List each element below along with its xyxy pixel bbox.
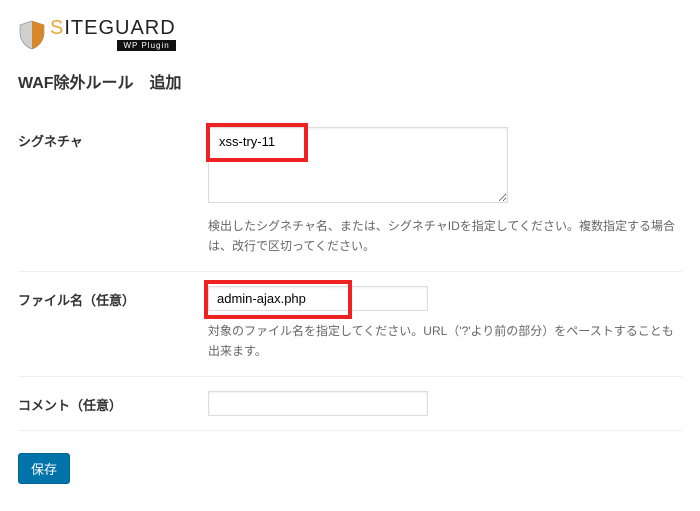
signature-input[interactable] (208, 127, 508, 203)
logo-rest: ITEGUARD (64, 17, 175, 39)
logo-text: SITEGUARD WP Plugin (50, 18, 176, 51)
signature-label: シグネチャ (18, 127, 208, 150)
filename-row: ファイル名（任意） 対象のファイル名を指定してください。URL（'?'より前の部… (18, 272, 682, 377)
comment-label: コメント（任意） (18, 391, 208, 414)
signature-highlight (208, 127, 508, 206)
submit-row: 保存 (18, 453, 682, 484)
signature-hint: 検出したシグネチャ名、または、シグネチャIDを指定してください。複数指定する場合… (208, 216, 682, 257)
page-title: WAF除外ルール 追加 (18, 69, 682, 93)
filename-label: ファイル名（任意） (18, 286, 208, 309)
filename-input[interactable] (208, 286, 428, 311)
plugin-header: SITEGUARD WP Plugin (18, 18, 682, 51)
comment-input[interactable] (208, 391, 428, 416)
filename-highlight (208, 286, 428, 311)
signature-row: シグネチャ 検出したシグネチャ名、または、シグネチャIDを指定してください。複数… (18, 113, 682, 272)
logo-prefix: S (50, 17, 64, 39)
filename-hint: 対象のファイル名を指定してください。URL（'?'より前の部分）をペーストするこ… (208, 321, 682, 362)
siteguard-logo: SITEGUARD WP Plugin (18, 18, 176, 51)
logo-sub: WP Plugin (117, 40, 175, 51)
shield-icon (18, 19, 46, 51)
save-button[interactable]: 保存 (18, 453, 70, 484)
comment-row: コメント（任意） (18, 377, 682, 431)
